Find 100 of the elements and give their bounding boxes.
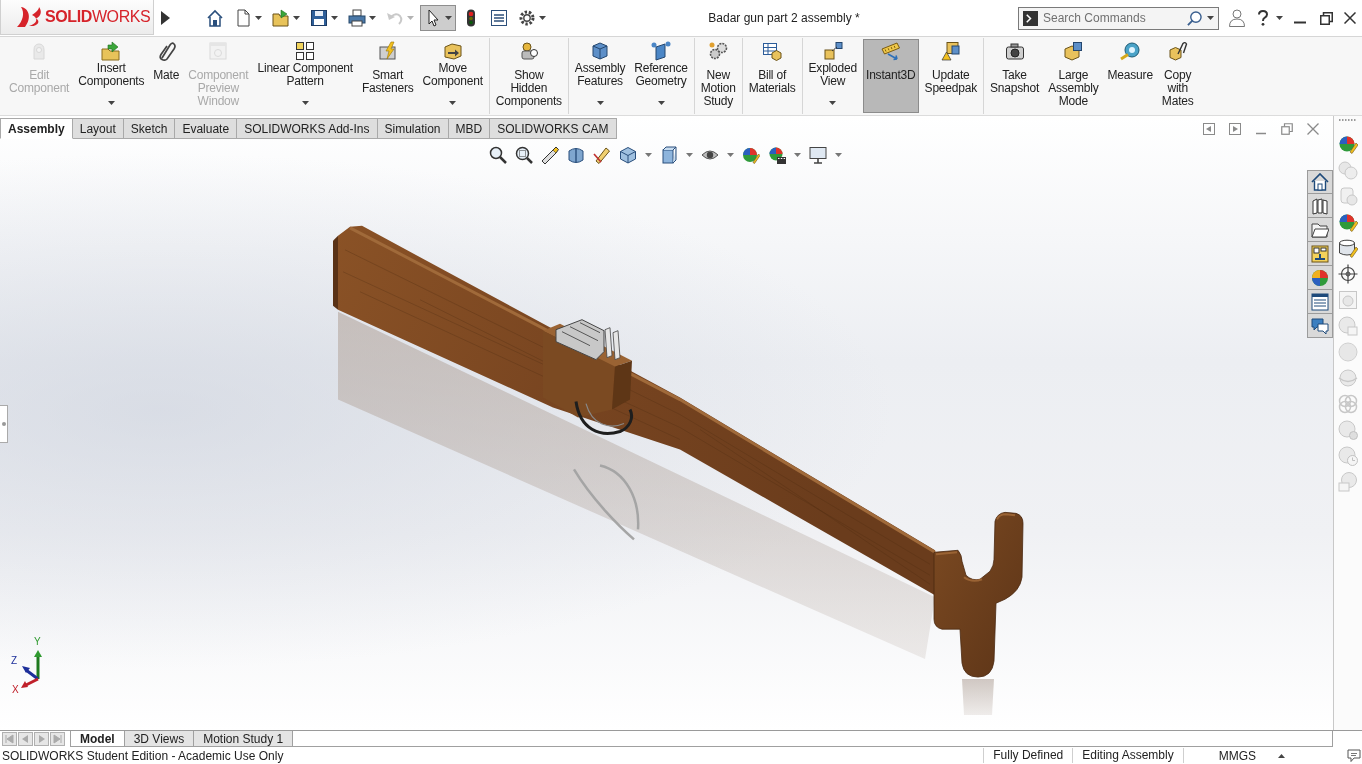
caret-icon	[107, 101, 115, 105]
properties-list-icon	[490, 9, 508, 27]
status-field: Editing Assembly	[1072, 748, 1183, 763]
task-pane-tab[interactable]	[1307, 290, 1333, 314]
parts-stack-icon	[518, 41, 539, 61]
command-tab[interactable]: Evaluate	[175, 118, 238, 139]
help-icon[interactable]	[1257, 10, 1269, 26]
pencil-arrow-icon[interactable]	[541, 146, 559, 164]
solidworks-wordmark: SOLIDWORKS	[45, 8, 151, 26]
cylinder-pencil-icon[interactable]	[1338, 238, 1358, 258]
side-panel-handle[interactable]	[0, 405, 8, 443]
window-title: Badar gun part 2 assembly *	[707, 11, 861, 25]
task-pane-tab[interactable]	[1307, 218, 1333, 242]
ribbon-button[interactable]: Smart Fasteners	[358, 39, 417, 113]
wooden-gun-model[interactable]	[333, 225, 1024, 678]
caret-icon[interactable]	[686, 153, 693, 157]
table-cube-icon	[762, 41, 783, 61]
ribbon-button[interactable]: Bill of Materials	[745, 39, 799, 113]
gear-icon	[518, 9, 536, 27]
pencil-tag-icon[interactable]	[593, 146, 611, 164]
toolbar-button[interactable]	[420, 5, 456, 31]
command-tab[interactable]: SOLIDWORKS CAM	[490, 118, 617, 139]
caret-icon	[449, 101, 457, 105]
books-icon	[1311, 196, 1329, 215]
caret-icon	[369, 16, 376, 20]
command-tab[interactable]: Sketch	[123, 118, 176, 139]
axis-label: Z	[11, 656, 18, 666]
camera-icon	[1004, 41, 1025, 61]
magnifier-icon[interactable]	[489, 146, 507, 164]
task-pane-tab[interactable]	[1307, 314, 1333, 338]
status-field: Fully Defined	[983, 748, 1073, 763]
ribbon-button[interactable]: Insert Components	[75, 39, 148, 113]
faded-window-icon	[208, 41, 229, 61]
ribbon-button[interactable]: Assembly Features	[571, 39, 629, 113]
document-tab[interactable]: Model	[70, 731, 125, 747]
task-pane-tab[interactable]	[1307, 266, 1333, 290]
ribbon-button[interactable]: Show Hidden Components	[492, 39, 565, 113]
caret-icon[interactable]	[645, 153, 652, 157]
task-pane-tab[interactable]	[1307, 170, 1333, 194]
ribbon-button[interactable]: Mate	[150, 39, 183, 113]
document-tab[interactable]: Motion Study 1	[194, 731, 294, 747]
box-view-icon[interactable]	[660, 146, 678, 164]
caret-icon[interactable]	[727, 153, 734, 157]
command-tab[interactable]: Layout	[72, 118, 124, 139]
task-pane-tab[interactable]	[1307, 194, 1333, 218]
close-icon[interactable]	[1344, 12, 1356, 24]
command-tab[interactable]: Simulation	[377, 118, 449, 139]
section-cylinder-icon[interactable]	[567, 146, 585, 164]
sphere-pencil-icon[interactable]	[742, 146, 760, 164]
caret-icon	[301, 101, 309, 105]
sphere-pencil-icon[interactable]	[1338, 212, 1358, 232]
user-icon[interactable]	[1229, 9, 1245, 27]
ribbon-button[interactable]: Take Snapshot	[987, 39, 1043, 113]
ribbon-button[interactable]: Measure	[1104, 39, 1156, 113]
ribbon-button[interactable]: Exploded View	[805, 39, 860, 113]
ribbon-button[interactable]: Copy with Mates	[1158, 39, 1197, 113]
play-arrow-icon[interactable]	[161, 11, 170, 25]
caret-icon	[407, 16, 414, 20]
caret-icon[interactable]	[794, 153, 801, 157]
restore-icon[interactable]	[1320, 11, 1333, 25]
search-field[interactable]: Search Commands	[1043, 9, 1182, 27]
speech-bubble-icon[interactable]	[1347, 748, 1361, 763]
search-icon[interactable]	[1187, 10, 1202, 26]
ribbon-button[interactable]: Instant3D	[863, 39, 919, 113]
command-tab[interactable]: MBD	[448, 118, 491, 139]
ribbon-button[interactable]: New Motion Study	[697, 39, 739, 113]
document-tab[interactable]: 3D Views	[124, 731, 195, 747]
caret-icon	[829, 101, 837, 105]
cube-icon[interactable]	[619, 146, 637, 164]
sphere-film-icon[interactable]	[768, 146, 786, 164]
caret-icon[interactable]	[835, 153, 842, 157]
axis-label: X	[12, 685, 19, 695]
units-button[interactable]: MMGS	[1182, 748, 1300, 763]
chat-bubbles-icon	[1311, 316, 1329, 335]
sphere-pencil-icon[interactable]	[1338, 134, 1358, 154]
ribbon-button[interactable]: Large Assembly Mode	[1045, 39, 1102, 113]
ribbon-button[interactable]: Linear Component Pattern	[254, 39, 356, 113]
document-icon	[234, 9, 252, 27]
task-pane-tab[interactable]	[1307, 242, 1333, 266]
command-tab[interactable]: SOLIDWORKS Add-Ins	[237, 118, 378, 139]
block-icon	[590, 41, 611, 61]
printer-icon	[348, 9, 366, 27]
logo-menu-button[interactable]: SOLIDWORKS	[0, 0, 154, 35]
crosshair-icon[interactable]	[1338, 264, 1358, 284]
ribbon-button[interactable]: Reference Geometry	[631, 39, 691, 113]
search-box[interactable]: Search Commands	[1018, 6, 1219, 30]
ribbon-button[interactable]: Move Component	[419, 39, 486, 113]
status-message: SOLIDWORKS Student Edition - Academic Use Only	[1, 748, 285, 763]
ribbon-button[interactable]: Update Speedpak	[921, 39, 981, 113]
tile-left-icon[interactable]	[1203, 123, 1215, 135]
command-tab[interactable]: Assembly	[0, 118, 73, 139]
caret-icon	[445, 16, 452, 20]
plane-icon	[651, 41, 672, 61]
tile-right-icon[interactable]	[1229, 123, 1241, 135]
house-icon	[206, 9, 224, 27]
caret-icon[interactable]	[1276, 16, 1283, 20]
folder-arrow-icon	[101, 41, 122, 61]
folder-arrow-icon	[272, 9, 290, 27]
caret-icon[interactable]	[1207, 16, 1214, 20]
monitor-icon[interactable]	[809, 146, 827, 164]
